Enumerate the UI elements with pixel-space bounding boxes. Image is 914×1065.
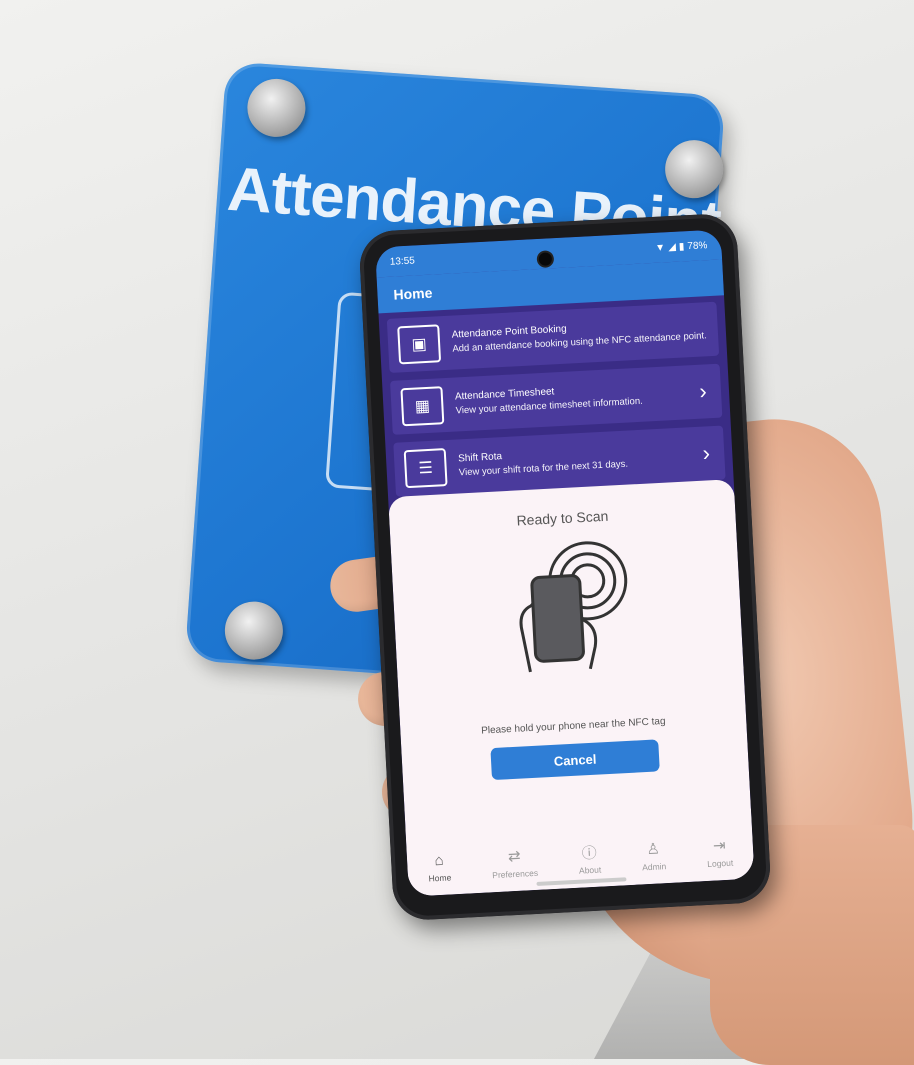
sheet-title: Ready to Scan (516, 507, 609, 529)
chevron-right-icon: › (698, 378, 708, 404)
signal-icon: ◢ (667, 241, 677, 253)
timesheet-icon: ▦ (400, 386, 445, 427)
home-icon: ⌂ (434, 851, 444, 869)
wifi-icon: ▼ (654, 241, 666, 254)
menu-item-text: Attendance Point Booking Add an attendan… (451, 316, 708, 355)
standoff-bolt (245, 76, 308, 139)
nav-label: Logout (706, 857, 734, 869)
battery-icon: ▮ (678, 240, 685, 253)
chevron-right-icon: › (701, 440, 711, 466)
nav-logout[interactable]: ⇥ Logout (706, 836, 734, 869)
nav-label: Admin (641, 861, 667, 873)
status-time: 13:55 (389, 254, 416, 268)
sheet-message: Please hold your phone near the NFC tag (480, 715, 666, 737)
nfc-scan-illustration (519, 541, 628, 673)
admin-icon: ♙ (646, 840, 661, 859)
nav-about[interactable]: ⓘ About (578, 843, 602, 876)
cancel-button[interactable]: Cancel (490, 739, 660, 781)
gesture-bar[interactable] (536, 877, 627, 886)
standoff-bolt (222, 599, 285, 662)
nfc-tag-icon: ▣ (397, 324, 442, 365)
battery-level: 78% (687, 239, 708, 252)
menu-item-text: Attendance Timesheet View your attendanc… (455, 379, 696, 418)
menu-item-attendance-timesheet[interactable]: ▦ Attendance Timesheet View your attenda… (390, 363, 723, 435)
nav-label: Preferences (492, 867, 539, 881)
menu-item-attendance-point-booking[interactable]: ▣ Attendance Point Booking Add an attend… (386, 301, 720, 373)
gantt-icon: ☰ (403, 448, 448, 489)
photo-frame: Attendance Point 13:55 ▼ ◢ ▮ 78% Home ▣ … (0, 0, 914, 1065)
smartphone: 13:55 ▼ ◢ ▮ 78% Home ▣ Attendance Point … (358, 212, 772, 922)
menu-list: ▣ Attendance Point Booking Add an attend… (378, 295, 734, 511)
page-title: Home (393, 284, 433, 303)
phone-screen: 13:55 ▼ ◢ ▮ 78% Home ▣ Attendance Point … (375, 229, 755, 897)
nav-preferences[interactable]: ⇄ Preferences (491, 846, 538, 880)
info-icon: ⓘ (581, 844, 598, 863)
nav-admin[interactable]: ♙ Admin (641, 839, 667, 872)
menu-item-text: Shift Rota View your shift rota for the … (458, 441, 699, 480)
preferences-icon: ⇄ (507, 847, 521, 866)
nav-label: Home (428, 872, 452, 884)
nav-home[interactable]: ⌂ Home (427, 850, 451, 883)
status-icons: ▼ ◢ ▮ 78% (655, 240, 708, 254)
logout-icon: ⇥ (712, 836, 727, 855)
nav-label: About (578, 864, 602, 876)
